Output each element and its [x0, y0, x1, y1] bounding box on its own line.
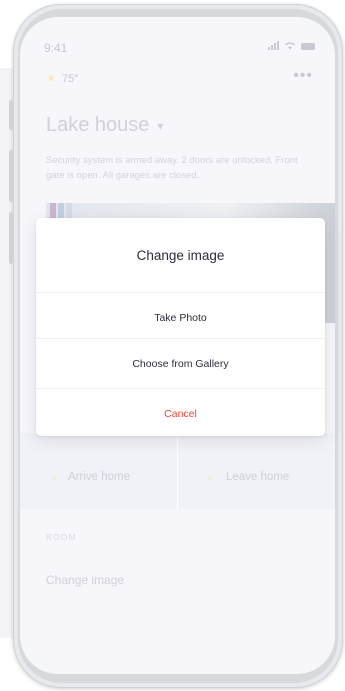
chevron-down-icon: ▾ [157, 118, 164, 133]
phone-volume-up-button [9, 150, 13, 202]
battery-icon [301, 43, 315, 50]
home-title: Lake house [46, 114, 150, 136]
status-bar: 9:41 [20, 17, 335, 61]
status-time: 9:41 [44, 41, 68, 55]
temperature: 75° [61, 72, 79, 85]
signal-icon [268, 41, 279, 50]
leave-home-button[interactable]: ⚡ Leave home [178, 433, 335, 509]
cancel-button[interactable]: Cancel [36, 388, 325, 436]
arrive-home-label: Arrive home [68, 471, 130, 483]
phone-mute-switch [9, 100, 13, 130]
lightning-icon: ⚡ [50, 473, 58, 485]
scene-actions: ⚡ Arrive home ⚡ Leave home [20, 433, 335, 509]
sun-icon: ☀ [46, 73, 56, 85]
weather-widget: ☀ 75° [46, 72, 79, 86]
wifi-icon [285, 42, 295, 50]
leave-home-label: Leave home [226, 471, 290, 483]
status-icons [268, 41, 315, 50]
choose-from-gallery-button[interactable]: Choose from Gallery [36, 338, 325, 389]
home-selector[interactable]: Lake house ▾ [46, 114, 163, 137]
room-section-label: ROOM [46, 533, 77, 542]
change-image-link[interactable]: Change image [46, 573, 124, 587]
change-image-dialog: Change image Take Photo Choose from Gall… [36, 218, 325, 436]
more-options-icon[interactable]: ••• [293, 67, 313, 85]
dialog-title: Change image [136, 247, 225, 263]
home-status-summary: Security system is armed away. 2 doors a… [46, 155, 298, 181]
phone-volume-down-button [9, 212, 13, 264]
take-photo-button[interactable]: Take Photo [36, 292, 325, 343]
lightning-icon: ⚡ [206, 473, 214, 485]
arrive-home-button[interactable]: ⚡ Arrive home [20, 433, 178, 509]
